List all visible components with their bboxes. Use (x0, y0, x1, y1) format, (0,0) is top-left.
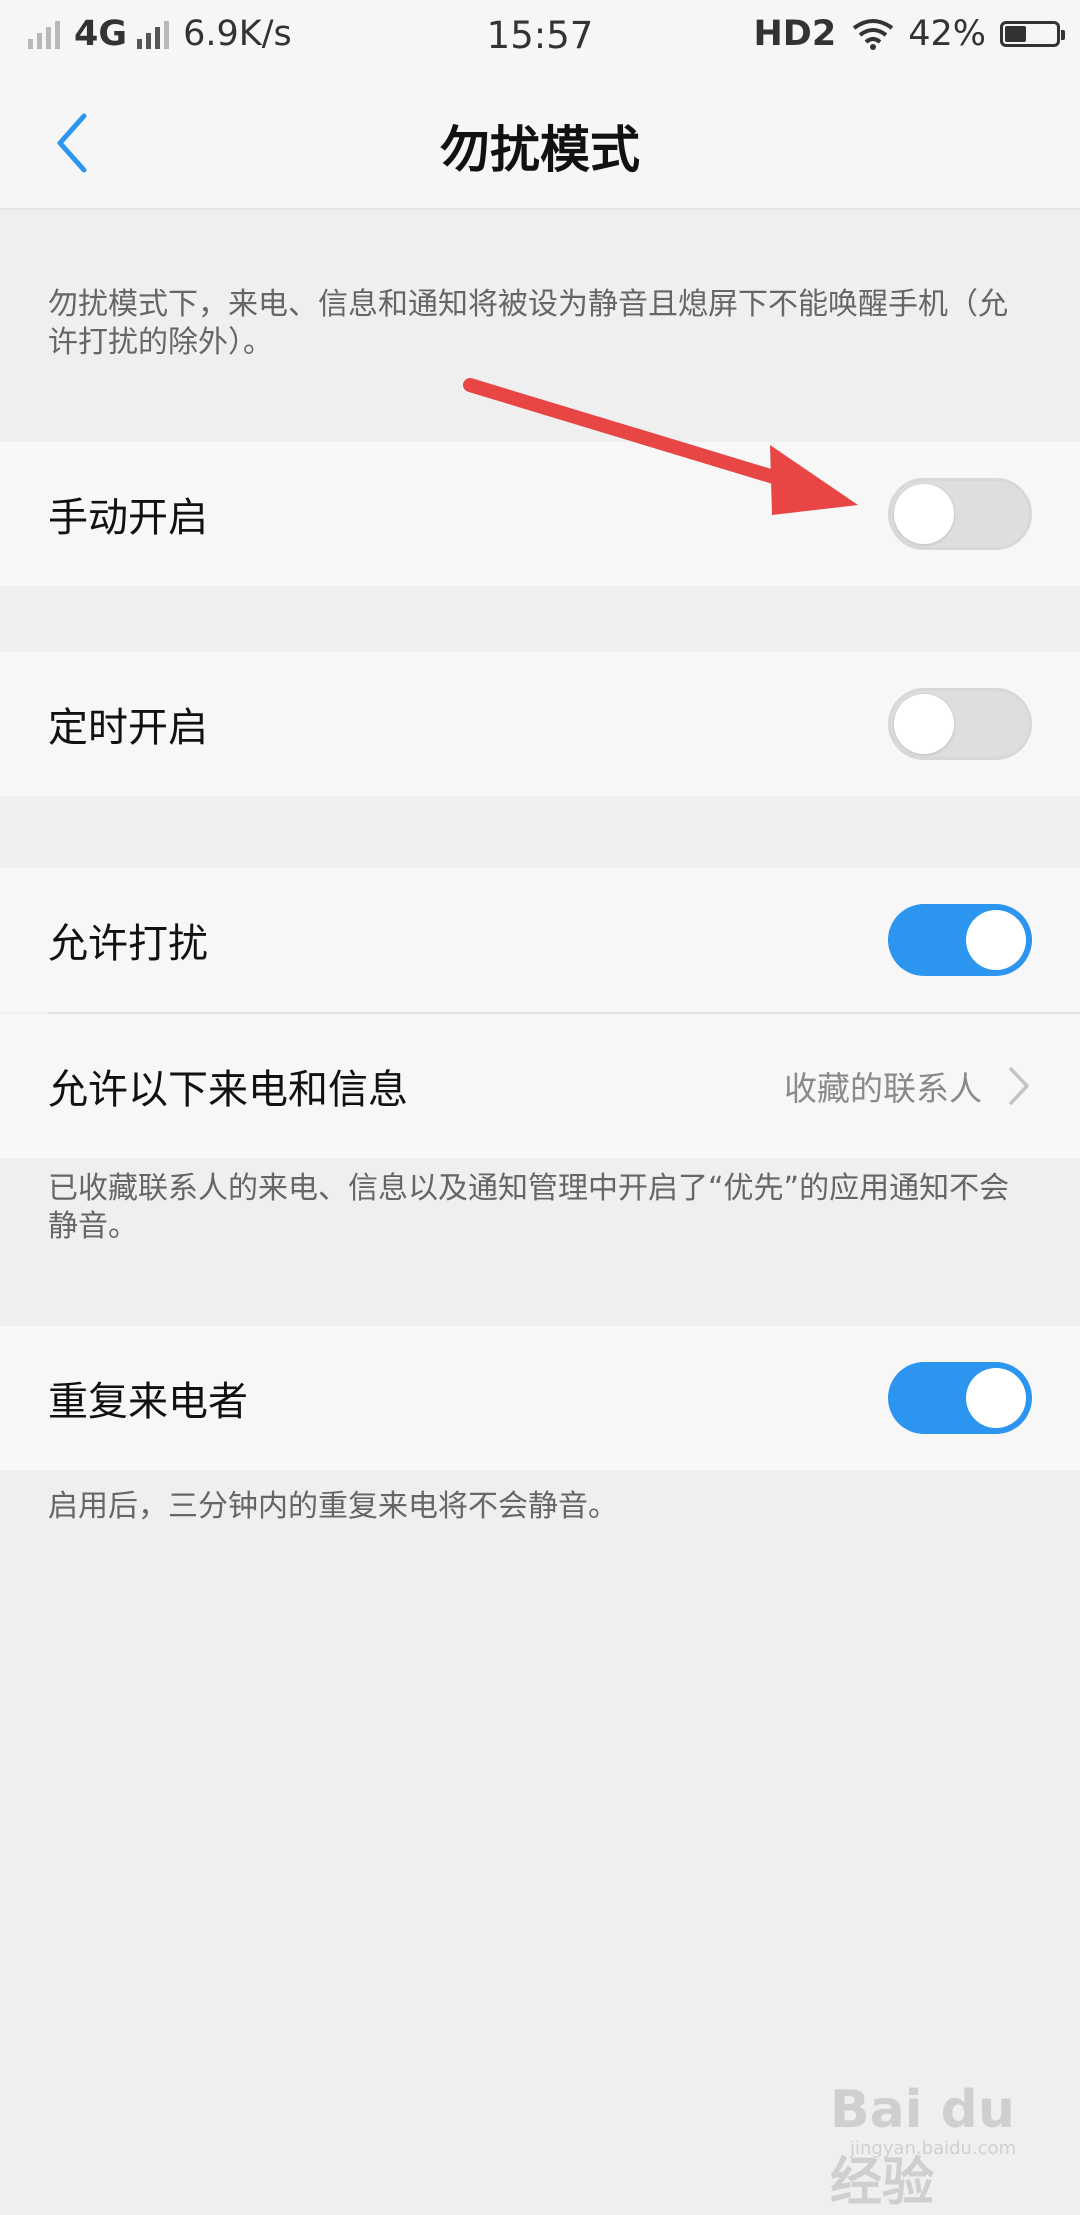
toggle-knob (966, 1368, 1026, 1428)
row-manual-enable[interactable]: 手动开启 (0, 442, 1080, 586)
repeat-callers-toggle[interactable] (888, 1362, 1032, 1434)
baidu-watermark: Bai du 经验 jingyan.baidu.com (830, 2080, 1050, 2213)
wifi-icon (853, 19, 894, 50)
manual-enable-toggle[interactable] (888, 478, 1032, 550)
scheduled-enable-toggle[interactable] (888, 688, 1032, 760)
scheduled-enable-label: 定时开启 (48, 705, 208, 751)
page-title: 勿扰模式 (440, 121, 640, 179)
intro-note: 勿扰模式下，来电、信息和通知将被设为静音且熄屏下不能唤醒手机（允许打扰的除外）。 (48, 287, 1008, 360)
toggle-knob (966, 910, 1026, 970)
allow-calls-value: 收藏的联系人 (784, 1069, 982, 1108)
allow-calls-label: 允许以下来电和信息 (48, 1067, 408, 1113)
toggle-knob (894, 484, 954, 544)
battery-level-fill (1005, 26, 1026, 42)
allow-interrupt-toggle[interactable] (888, 904, 1032, 976)
manual-enable-label: 手动开启 (48, 495, 208, 541)
watermark-subtext: jingyan.baidu.com (850, 2138, 1017, 2159)
title-bar: 勿扰模式 (0, 72, 1080, 210)
chevron-right-icon (1009, 1067, 1029, 1105)
allow-interrupt-label: 允许打扰 (48, 921, 208, 967)
battery-percent: 42% (908, 14, 986, 54)
status-bar: 4G 6.9K/s 15:57 HD2 42% (0, 0, 1080, 72)
battery-icon (1000, 21, 1065, 47)
row-scheduled-enable[interactable]: 定时开启 (0, 652, 1080, 796)
allow-note: 已收藏联系人的来电、信息以及通知管理中开启了“优先”的应用通知不会静音。 (48, 1171, 1010, 1244)
toggle-knob (894, 694, 954, 754)
row-repeat-callers[interactable]: 重复来电者 (0, 1326, 1080, 1470)
row-allow-calls[interactable]: 允许以下来电和信息 收藏的联系人 (0, 1014, 1080, 1158)
status-right: HD2 42% (753, 14, 1065, 54)
repeat-callers-label: 重复来电者 (48, 1379, 248, 1425)
hd-indicator: HD2 (753, 14, 837, 54)
repeat-note: 启用后，三分钟内的重复来电将不会静音。 (48, 1489, 618, 1524)
row-allow-interrupt[interactable]: 允许打扰 (0, 868, 1080, 1012)
